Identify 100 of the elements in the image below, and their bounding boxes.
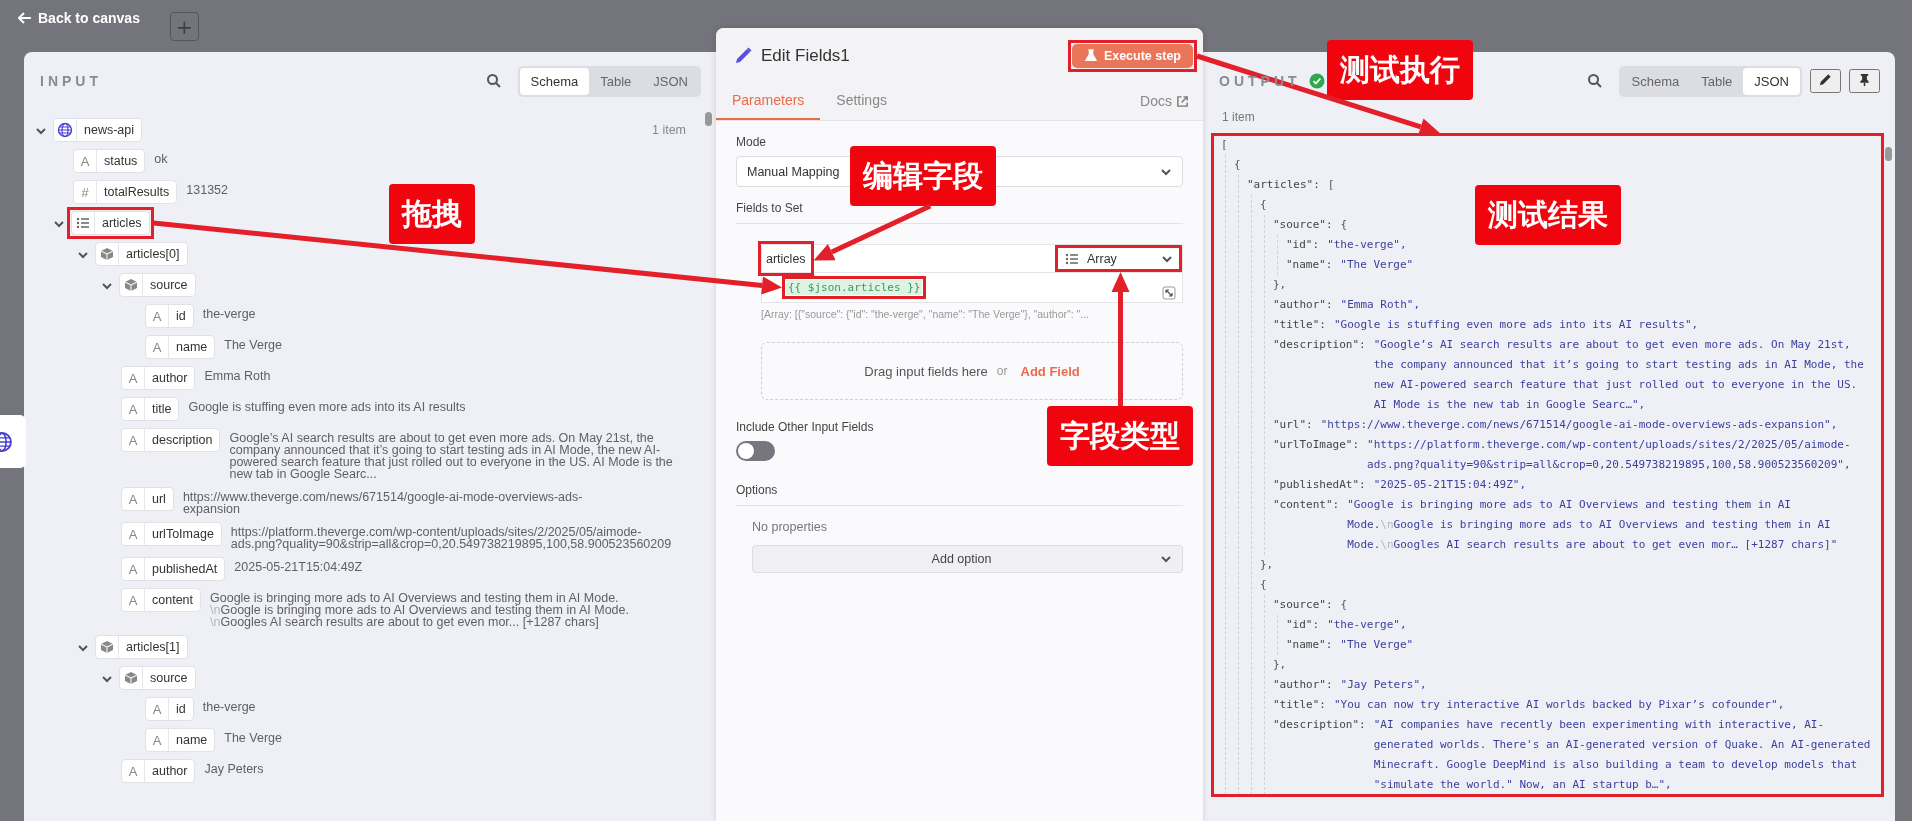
type-glyph: A [128, 561, 138, 577]
field-chip[interactable]: A publishedAt [121, 557, 226, 581]
json-key: "url": [1273, 415, 1313, 435]
field-chip[interactable]: A id [145, 304, 194, 328]
json-key: "description": [1273, 715, 1366, 735]
globe-icon [57, 122, 73, 138]
json-value: "https://platform.theverge.com/wp-content/uploads/sites/2/2025/05/aimode-ads.png?quality=90&strip=all&crop=0,20.549738219895,100,58.900523560209", [1367, 437, 1852, 473]
external-link-icon [1176, 94, 1189, 108]
json-bracket: { [1234, 157, 1241, 173]
json-value: "You can now try interactive AI worlds backed by Pixar’s cofounder", [1334, 697, 1786, 713]
view-tab[interactable]: Schema [519, 67, 590, 95]
field-chip[interactable]: A name [145, 335, 216, 359]
add-option-button[interactable]: Add option [752, 545, 1183, 573]
field-value: https://platform.theverge.com/wp-content/uploads/sites/2/2025/05/aimode-ads.png?quality=90&strip=all&crop=0,20.549738219895,100,58.900523560209 [230, 524, 673, 550]
type-glyph: A [128, 401, 138, 417]
field-value: The Verge [224, 730, 282, 744]
cube-icon [124, 278, 138, 292]
field-chip[interactable]: source [119, 666, 196, 690]
json-bracket: [ [1221, 137, 1228, 153]
field-chip[interactable]: articles[0] [95, 242, 188, 266]
node-title: Edit Fields1 [761, 46, 850, 66]
pin-button[interactable] [1849, 69, 1880, 93]
json-value: "2025-05-21T15:04:49Z", [1373, 477, 1528, 493]
field-value: The Verge [224, 337, 282, 351]
chevron-icon [1160, 553, 1172, 565]
item-count: 1 item [651, 122, 686, 137]
view-tab[interactable]: Table [1690, 67, 1744, 95]
json-key: "title": [1273, 315, 1326, 335]
field-chip[interactable]: A author [121, 759, 196, 783]
json-key: "name": [1286, 635, 1333, 655]
drop-hint: Drag input fields here [864, 363, 988, 379]
field-chip[interactable]: source [119, 273, 196, 297]
json-bracket: }, [1273, 657, 1287, 673]
json-key: "author": [1273, 295, 1333, 315]
json-key: "author": [1273, 675, 1333, 695]
field-value: Jay Peters [204, 761, 264, 775]
field-chip[interactable]: A content [121, 588, 201, 612]
field-value: https://www.theverge.com/news/671514/google-ai-mode-overviews-ads-expansion [182, 489, 584, 515]
json-key: "urlToImage": [1273, 435, 1360, 455]
field-chip[interactable]: A author [121, 366, 196, 390]
chevron-icon[interactable] [101, 280, 113, 292]
view-tab[interactable]: JSON [1743, 67, 1800, 95]
field-value: ok [154, 151, 168, 165]
field-chip[interactable]: # totalResults [73, 180, 178, 204]
expression-preview: [Array: [{"source": {"id": "the-verge", "name": "The Verge"}, "author": "... [761, 308, 1091, 320]
field-chip[interactable]: A url [121, 487, 174, 511]
field-chip[interactable]: A status [73, 149, 146, 173]
json-value: "The Verge" [1340, 637, 1415, 653]
chevron-icon[interactable] [77, 642, 89, 654]
view-tab[interactable]: Table [589, 67, 643, 95]
expand-icon[interactable] [1162, 286, 1176, 300]
cube-icon [100, 640, 114, 654]
json-bracket: }, [1273, 277, 1287, 293]
edit-button[interactable] [1810, 69, 1841, 93]
chevron-icon[interactable] [35, 125, 47, 137]
flask-icon [1083, 49, 1098, 63]
field-value: the-verge [202, 306, 256, 320]
json-key: "publishedAt": [1273, 475, 1366, 495]
annotation-tooltip: 测试执行 [1327, 40, 1473, 100]
section-label: Options [736, 483, 1183, 506]
json-value: "Google is stuffing even more ads into its AI results", [1334, 317, 1700, 333]
json-bracket: [ [1327, 177, 1335, 193]
pin-icon [1857, 72, 1872, 87]
search-icon[interactable] [1586, 73, 1603, 89]
field-chip[interactable]: news-api [53, 118, 143, 142]
field-chip[interactable]: A id [145, 697, 194, 721]
json-bracket: }, [1260, 557, 1274, 573]
empty-note: No properties [752, 520, 829, 534]
field-chip[interactable]: A title [121, 397, 180, 421]
type-glyph: A [128, 763, 138, 779]
type-glyph: A [152, 701, 162, 717]
field-label: Include Other Input Fields [736, 420, 875, 434]
annotation-tooltip: 拖拽 [389, 184, 475, 244]
field-chip[interactable]: articles[1] [95, 635, 188, 659]
view-tab[interactable]: JSON [642, 67, 699, 95]
globe-button[interactable] [0, 415, 26, 468]
toggle-switch[interactable] [736, 441, 775, 461]
field-value: Emma Roth [204, 368, 271, 382]
field-chip[interactable]: A description [121, 428, 221, 452]
chevron-icon[interactable] [77, 249, 89, 261]
annotation-tooltip: 字段类型 [1047, 406, 1193, 466]
type-glyph: A [128, 491, 138, 507]
json-key: "id": [1286, 615, 1320, 635]
back-link[interactable]: Back to canvas [18, 10, 140, 26]
item-count: 1 item [1221, 110, 1256, 126]
chevron-icon[interactable] [53, 218, 65, 230]
json-value: "https://www.theverge.com/news/671514/google-ai-mode-overviews-ads-expansion", [1320, 417, 1839, 433]
field-value: 131352 [186, 182, 229, 196]
field-chip[interactable]: A urlToImage [121, 522, 222, 546]
field-chip[interactable]: A name [145, 728, 216, 752]
json-value: "AI companies have recently been experimenting with interactive, AI-generated worlds. There's an AI-generated version of Quake. An AI-generated Minecraft. Google DeepMind is also building a team to develop models that "simulate the world." Now, an AI startup b…", [1373, 717, 1872, 793]
field-chip[interactable]: articles [71, 211, 150, 235]
search-icon[interactable] [485, 73, 502, 89]
json-value: "Emma Roth", [1340, 297, 1422, 313]
chevron-icon[interactable] [101, 673, 113, 685]
scrollbar[interactable] [705, 112, 712, 126]
view-tab[interactable]: Schema [1620, 67, 1691, 95]
json-key: "articles": [1247, 175, 1320, 195]
cube-icon [124, 671, 138, 685]
scrollbar[interactable] [1885, 147, 1892, 161]
